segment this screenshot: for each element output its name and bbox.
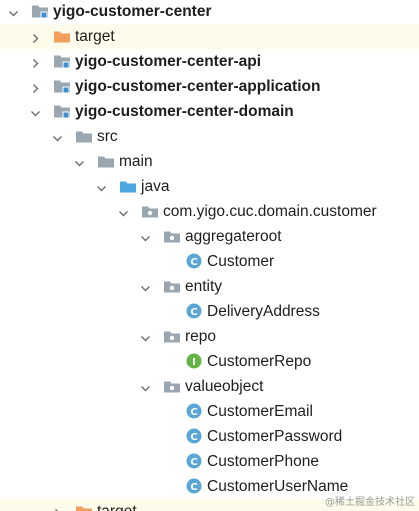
watermark-text: @稀土掘金技术社区 [325, 497, 415, 508]
tree-item-label: entity [185, 278, 223, 295]
chevron-right-icon[interactable] [30, 56, 41, 68]
tree-item-label: repo [185, 328, 217, 345]
class-icon: C [185, 252, 203, 269]
package-icon [163, 328, 181, 344]
tree-row[interactable]: src [0, 124, 419, 149]
chevron-right-icon[interactable] [30, 81, 41, 93]
chevron-right-icon[interactable] [52, 506, 63, 511]
tree-row[interactable]: aggregateroot [0, 224, 419, 249]
tree-item-label: CustomerPhone [207, 453, 320, 470]
tree-row[interactable]: yigo-customer-center [0, 0, 419, 24]
source-folder-icon [119, 178, 137, 194]
class-icon: C [185, 402, 203, 419]
tree-item-label: yigo-customer-center-api [75, 53, 262, 70]
tree-item-label: yigo-customer-center [53, 3, 212, 20]
chevron-down-icon[interactable] [140, 381, 151, 392]
tree-row[interactable]: repo [0, 324, 419, 349]
tree-row[interactable]: main [0, 149, 419, 174]
chevron-down-icon[interactable] [140, 281, 151, 292]
tree-item-label: yigo-customer-center-application [75, 78, 321, 95]
class-icon: C [185, 427, 203, 444]
svg-text:C: C [190, 307, 197, 318]
tree-item-label: com.yigo.cuc.domain.customer [163, 203, 377, 220]
tree-item-label: CustomerPassword [207, 428, 343, 445]
chevron-down-icon[interactable] [8, 6, 19, 17]
tree-item-label: yigo-customer-center-domain [75, 103, 294, 120]
chevron-down-icon[interactable] [140, 231, 151, 242]
chevron-down-icon[interactable] [52, 131, 63, 142]
package-icon [163, 228, 181, 244]
tree-item-label: target [97, 502, 137, 511]
project-tree: yigo-customer-center target yigo-customer-… [0, 0, 419, 511]
class-icon: C [185, 302, 203, 319]
tree-item-label: Customer [207, 253, 275, 270]
package-icon [163, 378, 181, 394]
tree-row[interactable]: target [0, 24, 419, 49]
excluded-folder-icon [75, 503, 93, 511]
chevron-right-icon[interactable] [30, 31, 41, 43]
tree-row[interactable]: com.yigo.cuc.domain.customer [0, 199, 419, 224]
svg-text:C: C [190, 257, 197, 268]
tree-item-label: CustomerRepo [207, 353, 312, 370]
tree-row[interactable]: java [0, 174, 419, 199]
package-icon [163, 278, 181, 294]
module-folder-icon [31, 3, 49, 19]
svg-text:C: C [190, 482, 197, 493]
class-icon: C [185, 452, 203, 469]
tree-item-label: DeliveryAddress [207, 303, 320, 320]
tree-row[interactable]: valueobject [0, 374, 419, 399]
tree-row[interactable]: C CustomerEmail [0, 399, 419, 424]
folder-icon [97, 153, 115, 169]
tree-row[interactable]: entity [0, 274, 419, 299]
module-folder-icon [53, 53, 71, 69]
tree-row[interactable]: yigo-customer-center-application [0, 74, 419, 99]
chevron-down-icon[interactable] [118, 206, 129, 217]
tree-row[interactable]: yigo-customer-center-api [0, 49, 419, 74]
tree-row[interactable]: C CustomerPhone [0, 449, 419, 474]
tree-item-label: valueobject [185, 378, 264, 395]
interface-icon: I [185, 352, 203, 369]
tree-item-label: aggregateroot [185, 228, 282, 245]
tree-item-label: java [141, 178, 170, 195]
tree-row[interactable]: yigo-customer-center-domain [0, 99, 419, 124]
chevron-down-icon[interactable] [140, 331, 151, 342]
chevron-down-icon[interactable] [30, 106, 41, 117]
module-folder-icon [53, 103, 71, 119]
tree-row[interactable]: I CustomerRepo [0, 349, 419, 374]
svg-text:C: C [190, 432, 197, 443]
chevron-down-icon[interactable] [74, 156, 85, 167]
tree-row[interactable]: C DeliveryAddress [0, 299, 419, 324]
svg-text:C: C [190, 407, 197, 418]
tree-item-label: main [119, 153, 153, 170]
package-icon [141, 203, 159, 219]
folder-icon [75, 128, 93, 144]
class-icon: C [185, 477, 203, 494]
excluded-folder-icon [53, 28, 71, 44]
tree-row[interactable]: C Customer [0, 249, 419, 274]
chevron-down-icon[interactable] [96, 181, 107, 192]
tree-row[interactable]: C CustomerPassword [0, 424, 419, 449]
tree-item-label: target [75, 28, 115, 45]
module-folder-icon [53, 78, 71, 94]
svg-text:C: C [190, 457, 197, 468]
tree-item-label: src [97, 128, 118, 145]
tree-item-label: CustomerEmail [207, 403, 313, 420]
svg-text:I: I [192, 357, 196, 368]
